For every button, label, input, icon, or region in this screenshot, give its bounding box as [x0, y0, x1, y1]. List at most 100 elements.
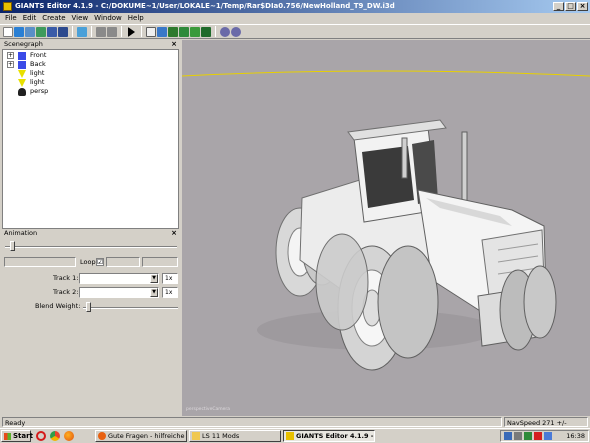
light-icon — [18, 79, 26, 87]
task-label: LS 11 Mods — [202, 432, 240, 440]
start-button[interactable]: Start — [1, 430, 33, 442]
scenegraph-header: Scenegraph × — [1, 40, 180, 49]
undo-icon[interactable] — [96, 26, 106, 37]
refresh-icon[interactable] — [77, 26, 87, 37]
folder-icon — [192, 432, 200, 440]
anim-field-2 — [106, 257, 140, 267]
chrome-icon[interactable] — [50, 431, 60, 441]
track2-scale[interactable]: 1x — [162, 287, 178, 298]
system-tray: 16:38 — [500, 430, 589, 442]
blend-weight-slider-track[interactable] — [83, 307, 178, 309]
navspeed-readout: NavSpeed 271 +/- — [504, 417, 588, 427]
tree-item-back[interactable]: + Back — [3, 60, 173, 69]
taskbar-item-folder[interactable]: LS 11 Mods — [189, 430, 281, 442]
play-icon[interactable] — [128, 26, 135, 37]
status-bar: Ready NavSpeed 271 +/- — [0, 416, 590, 428]
minimize-button[interactable]: _ — [553, 2, 564, 11]
shield-icon[interactable] — [524, 432, 532, 440]
blend-weight-label: Blend Weight: — [35, 302, 81, 310]
open-icon[interactable] — [14, 26, 24, 37]
3d-viewport[interactable]: perspectiveCamera — [182, 40, 590, 416]
taskbar-item-firefox[interactable]: Gute Fragen - hilfreiche ... — [95, 430, 187, 442]
track2-dropdown[interactable]: ▼ — [79, 287, 159, 298]
menu-bar: File Edit Create View Window Help — [0, 13, 590, 24]
network-icon[interactable] — [504, 432, 512, 440]
title-bar[interactable]: GIANTS Editor 4.1.9 - C:/DOKUME~1/User/L… — [0, 0, 590, 13]
import-icon[interactable] — [25, 26, 35, 37]
timeline-slider-track[interactable] — [5, 246, 177, 248]
tree-item-light[interactable]: light — [3, 78, 173, 87]
clock[interactable]: 16:38 — [566, 431, 585, 441]
anim-field-3 — [142, 257, 178, 267]
tractor-model — [182, 70, 590, 371]
new-icon[interactable] — [3, 26, 13, 37]
tree-item-light[interactable]: light — [3, 69, 173, 78]
opera-icon[interactable] — [36, 431, 46, 441]
viewport-camera-label: perspectiveCamera — [186, 407, 231, 412]
animation-title: Animation — [4, 229, 38, 237]
close-button[interactable]: × — [577, 2, 588, 11]
menu-create[interactable]: Create — [39, 13, 68, 24]
blend-weight-slider-thumb[interactable] — [86, 302, 91, 312]
redo-icon[interactable] — [107, 26, 117, 37]
track2-label: Track 2: — [53, 288, 79, 296]
chevron-down-icon[interactable]: ▼ — [150, 288, 158, 297]
menu-help[interactable]: Help — [125, 13, 147, 24]
animation-close-button[interactable]: × — [171, 229, 177, 238]
firefox-icon[interactable] — [64, 431, 74, 441]
status-text: Ready — [2, 417, 502, 427]
loop-checkbox[interactable]: ☑ — [96, 258, 104, 266]
giants-icon — [286, 432, 294, 440]
anim-field-1 — [4, 257, 76, 267]
update-icon[interactable] — [544, 432, 552, 440]
antivirus-icon[interactable] — [534, 432, 542, 440]
persp-camera-icon — [18, 88, 26, 96]
track1-label: Track 1: — [53, 274, 79, 282]
camera-icon — [18, 52, 26, 60]
menu-window[interactable]: Window — [91, 13, 125, 24]
options-icon[interactable] — [231, 26, 241, 37]
expand-icon[interactable]: + — [7, 61, 14, 68]
animation-panel: Loop ☑ Track 1: ▼ 1x Track 2: ▼ 1x Blend… — [1, 238, 180, 416]
decal-icon[interactable] — [201, 26, 211, 37]
save-icon[interactable] — [47, 26, 57, 37]
tree-item-persp[interactable]: persp — [3, 87, 173, 96]
window-title: GIANTS Editor 4.1.9 - C:/DOKUME~1/User/L… — [15, 2, 395, 10]
scenegraph-title: Scenegraph — [4, 40, 43, 48]
camera-icon — [18, 61, 26, 69]
track1-dropdown[interactable]: ▼ — [79, 273, 159, 284]
taskbar: Start Gute Fragen - hilfreiche ... LS 11… — [0, 428, 590, 443]
light-icon — [18, 70, 26, 78]
timeline-slider-thumb[interactable] — [10, 241, 15, 251]
giants-editor-window: GIANTS Editor 4.1.9 - C:/DOKUME~1/User/L… — [0, 0, 590, 443]
foliage-icon[interactable] — [190, 26, 200, 37]
volume-icon[interactable] — [514, 432, 522, 440]
app-icon — [3, 2, 12, 11]
chevron-down-icon[interactable]: ▼ — [150, 274, 158, 283]
menu-view[interactable]: View — [69, 13, 92, 24]
menu-file[interactable]: File — [2, 13, 20, 24]
menu-edit[interactable]: Edit — [20, 13, 40, 24]
select-icon[interactable] — [146, 26, 156, 37]
scenegraph-close-button[interactable]: × — [171, 40, 177, 49]
taskbar-item-giants-editor[interactable]: GIANTS Editor 4.1.9 - ... — [283, 430, 375, 442]
task-label: Gute Fragen - hilfreiche ... — [108, 432, 187, 440]
loop-label: Loop — [80, 258, 96, 266]
windows-flag-icon — [4, 433, 11, 440]
track1-scale[interactable]: 1x — [162, 273, 178, 284]
save-all-icon[interactable] — [58, 26, 68, 37]
firefox-icon — [98, 432, 106, 440]
animation-header: Animation × — [1, 229, 180, 238]
task-label: GIANTS Editor 4.1.9 - ... — [296, 432, 375, 440]
maximize-button[interactable]: □ — [565, 2, 576, 11]
settings-icon[interactable] — [220, 26, 230, 37]
terrain-icon[interactable] — [168, 26, 178, 37]
scenegraph-tree[interactable]: + Front + Back light light persp — [2, 49, 179, 229]
export-icon[interactable] — [36, 26, 46, 37]
expand-icon[interactable]: + — [7, 52, 14, 59]
move-icon[interactable] — [157, 26, 167, 37]
start-label: Start — [13, 432, 33, 440]
paint-icon[interactable] — [179, 26, 189, 37]
tree-item-front[interactable]: + Front — [3, 51, 173, 60]
toolbar — [0, 24, 590, 39]
